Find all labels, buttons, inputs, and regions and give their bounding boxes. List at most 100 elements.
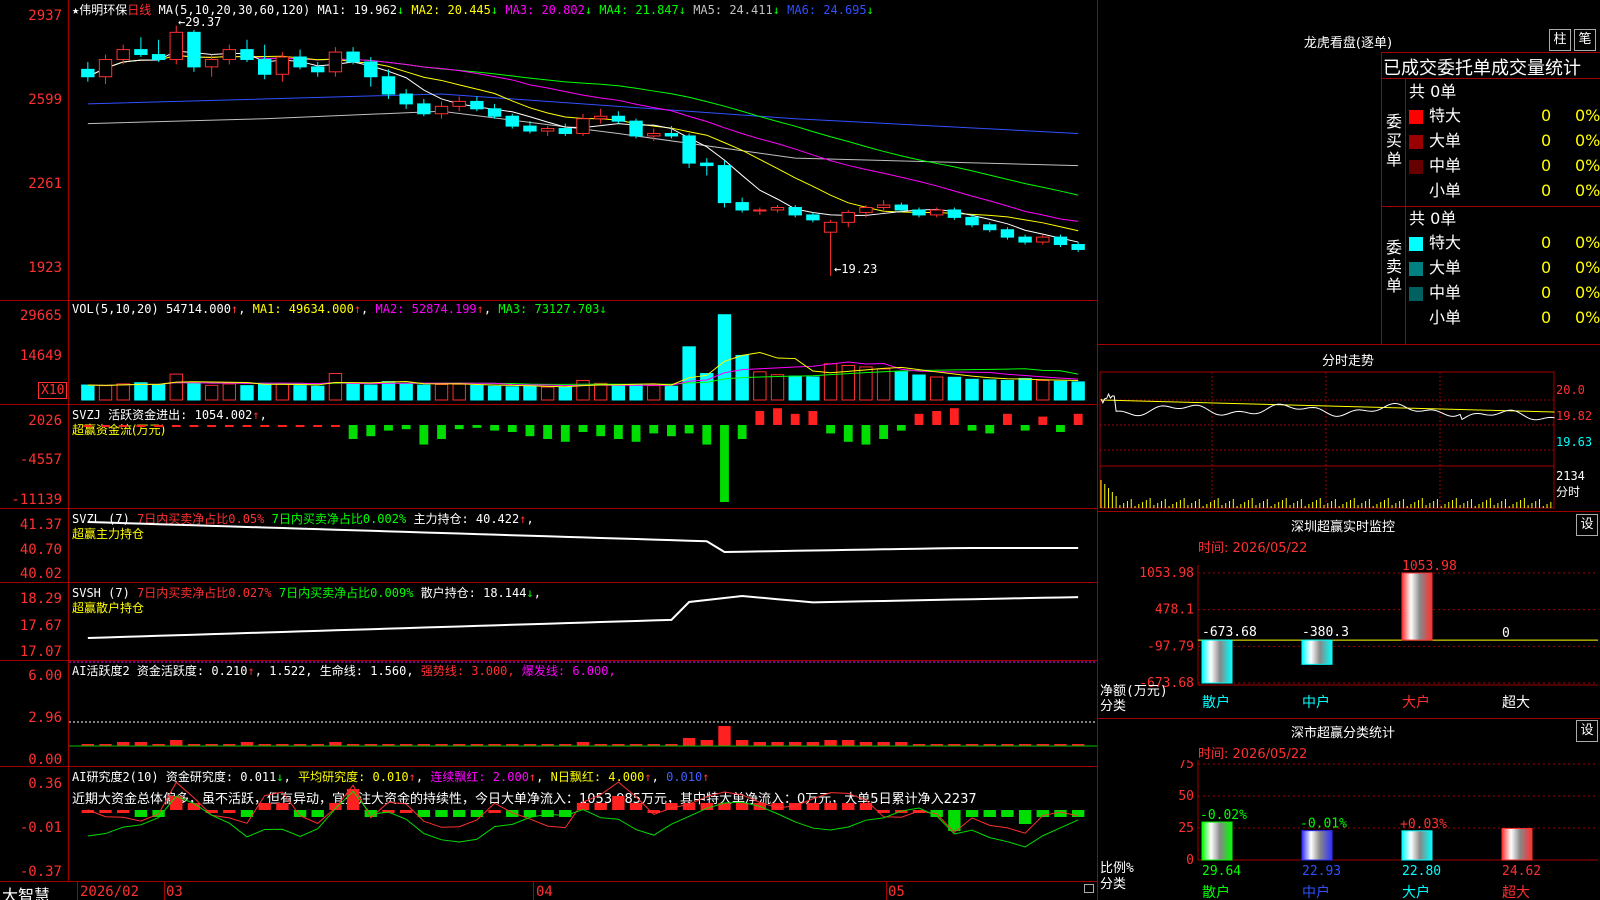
ai2-axis-label: 0.36 (0, 776, 62, 792)
intraday-axis-label: 20.0 (1556, 383, 1585, 397)
candle-body (400, 94, 412, 104)
flow-bar (101, 425, 110, 427)
ma-arrow: ↓ (773, 3, 780, 17)
date-label: 04 (536, 884, 553, 900)
research-bar (276, 803, 288, 810)
ai1-axis-label: 6.00 (0, 668, 62, 684)
color-swatch (1409, 287, 1423, 301)
net-flow-bar (1202, 640, 1232, 683)
research-bar (966, 810, 978, 817)
monitor-settings-button[interactable]: 设 (1576, 514, 1598, 536)
svsh-axis-label: 17.07 (0, 644, 62, 660)
tick-mode-button[interactable]: 笔 (1574, 29, 1596, 51)
activity-bar (701, 740, 713, 746)
candle-body (1037, 237, 1049, 242)
candle-body (488, 109, 500, 116)
order-size: 小单 (1429, 308, 1461, 327)
volume-bar (400, 383, 412, 400)
buy-side-label: 委买单 (1385, 112, 1403, 169)
retail-holding-chart[interactable] (69, 582, 1097, 660)
stock-name: 伟明环保 (79, 3, 127, 17)
volume-bar (541, 387, 553, 400)
net-flow-value: 1053.98 (1402, 559, 1457, 574)
candle-body (648, 133, 660, 135)
period-label[interactable]: 日线 (127, 3, 151, 17)
net-flow-bar (1302, 640, 1332, 664)
volume-bar (630, 384, 642, 400)
flow-bar (649, 425, 658, 433)
candle-body (258, 59, 270, 74)
candle-body (577, 119, 589, 134)
research-bar (400, 810, 412, 813)
volume-bar (347, 384, 359, 400)
candle-body (312, 67, 324, 72)
svzj-axis-label: -11139 (0, 492, 62, 508)
main-chart-area[interactable]: ★伟明环保日线 MA(5,10,20,30,60,120) MA1: 19.96… (0, 0, 1098, 900)
ai-research-chart[interactable] (69, 766, 1097, 881)
lock-icon[interactable] (1084, 884, 1094, 893)
vol-unit-badge: X10 (38, 382, 67, 399)
buy-row: 特大 0 0% (1409, 104, 1599, 128)
volume-bar (312, 386, 324, 400)
candle-body (559, 129, 571, 134)
flow-bar (154, 425, 163, 427)
volume-bar (701, 374, 713, 400)
color-swatch (1409, 262, 1423, 276)
flow-bar (225, 425, 234, 427)
bar-mode-button[interactable]: 柱 (1549, 29, 1571, 51)
candle-body (1054, 237, 1066, 244)
research-bar (506, 810, 518, 817)
flow-bar (490, 425, 499, 431)
class-ratio-bar (1302, 831, 1332, 860)
svzl-axis-label: 40.02 (0, 566, 62, 582)
candle-body (152, 55, 164, 60)
research-bar (842, 803, 854, 810)
candle-body (948, 210, 960, 217)
lhb-title: 龙虎看盘(逐单) (1248, 32, 1448, 51)
flow-bar (879, 425, 888, 439)
class-category: 中户 (1302, 884, 1330, 900)
volume-bar (577, 380, 589, 400)
flow-bar (932, 411, 941, 425)
intraday-chart[interactable]: 20.0 19.82 19.63 2134 分时 (1098, 370, 1600, 510)
money-flow-chart[interactable] (69, 404, 1097, 508)
ma-value-1: MA1: 19.962 (317, 3, 396, 17)
research-bar (701, 803, 713, 810)
sell-row: 中单 0 0% (1409, 281, 1599, 305)
flow-bar (985, 425, 994, 433)
candle-body (966, 217, 978, 224)
class-ratio-bar-chart[interactable]: 75 50 25 0 -0.02% 29.64 散户 -0.01% 22.93 中户 +0.03% 2… (1098, 760, 1600, 900)
candle-body (736, 203, 748, 210)
research-bar (736, 803, 748, 810)
main-holding-chart[interactable] (69, 508, 1097, 582)
candle-body (807, 215, 819, 220)
intraday-price-line (1101, 394, 1555, 420)
order-size: 大单 (1429, 131, 1461, 150)
order-count: 0 (1541, 281, 1551, 305)
flow-bar (260, 425, 269, 427)
volume-bar (877, 369, 889, 400)
mon-category: 超大 (1502, 695, 1530, 711)
flow-bar (596, 425, 605, 436)
order-size: 特大 (1429, 233, 1461, 252)
flow-bar (331, 425, 340, 427)
cls-axis-label: 50 (1178, 789, 1194, 804)
volume-bar (82, 385, 94, 400)
research-bar (541, 810, 553, 817)
volume-chart[interactable] (69, 300, 1097, 404)
ma-value-3: MA3: 20.802 (498, 3, 585, 17)
flow-bar (1056, 425, 1065, 432)
class-settings-button[interactable]: 设 (1576, 720, 1598, 742)
monitor-time: 时间: 2026/05/22 (1198, 537, 1307, 556)
color-swatch (1409, 312, 1423, 326)
net-flow-bar-chart[interactable]: 1053.98478.1-97.79-673.68-673.68散户-380.3… (1098, 555, 1600, 715)
order-pct: 0% (1575, 281, 1600, 305)
ai-activity-chart[interactable] (69, 660, 1097, 766)
brand-label: 大智慧 (2, 882, 50, 900)
activity-bar (842, 740, 854, 746)
candle-body (99, 59, 111, 76)
candlestick-chart[interactable] (69, 16, 1097, 300)
ma-arrow: ↓ (867, 3, 874, 17)
price-axis-label: 2261 (0, 176, 62, 192)
intraday-avg-line (1101, 400, 1555, 412)
